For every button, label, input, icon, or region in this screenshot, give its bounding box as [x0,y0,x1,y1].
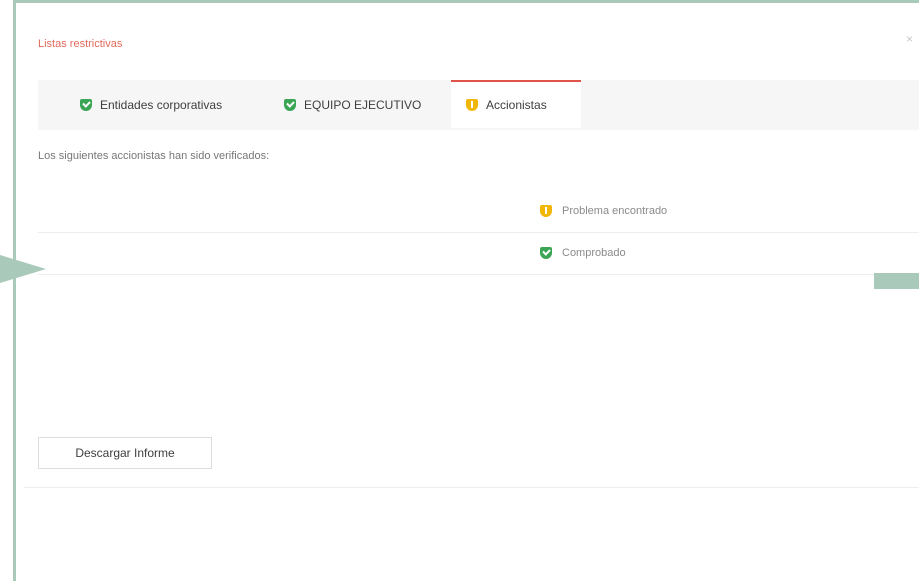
list-item: Problema encontrado [38,192,919,233]
arrow-pointer-icon [0,255,46,283]
status-badge: Problema encontrado [540,205,667,217]
tab-label: EQUIPO EJECUTIVO [304,98,422,112]
tab-accionistas[interactable]: Accionistas [451,80,581,128]
status-label: Comprobado [562,247,626,259]
shield-alert-icon [540,205,552,217]
download-report-button[interactable]: Descargar Informe [38,437,212,469]
tab-label: Accionistas [486,98,547,112]
tab-label: Entidades corporativas [100,98,223,112]
shield-alert-icon [466,99,478,111]
shield-check-icon [540,247,552,259]
tab-equipo-ejecutivo[interactable]: EQUIPO EJECUTIVO [284,80,421,130]
frame-top-border [16,0,919,3]
status-label: Problema encontrado [562,205,668,217]
list-item: Comprobado [38,234,919,275]
close-icon[interactable]: × [906,32,913,46]
dialog-title: Listas restrictivas [38,38,123,50]
dialog-bottom-divider [24,487,919,488]
tab-entidades-corporativas[interactable]: Entidades corporativas [80,80,222,130]
shield-check-icon [284,99,296,111]
status-badge: Comprobado [540,247,626,259]
arrow-stub-decoration [874,273,919,289]
frame-left-border [13,0,16,581]
shield-check-icon [80,99,92,111]
tab-bar: Entidades corporativas EQUIPO EJECUTIVO … [38,80,919,130]
section-subtitle: Los siguientes accionistas han sido veri… [38,150,270,162]
